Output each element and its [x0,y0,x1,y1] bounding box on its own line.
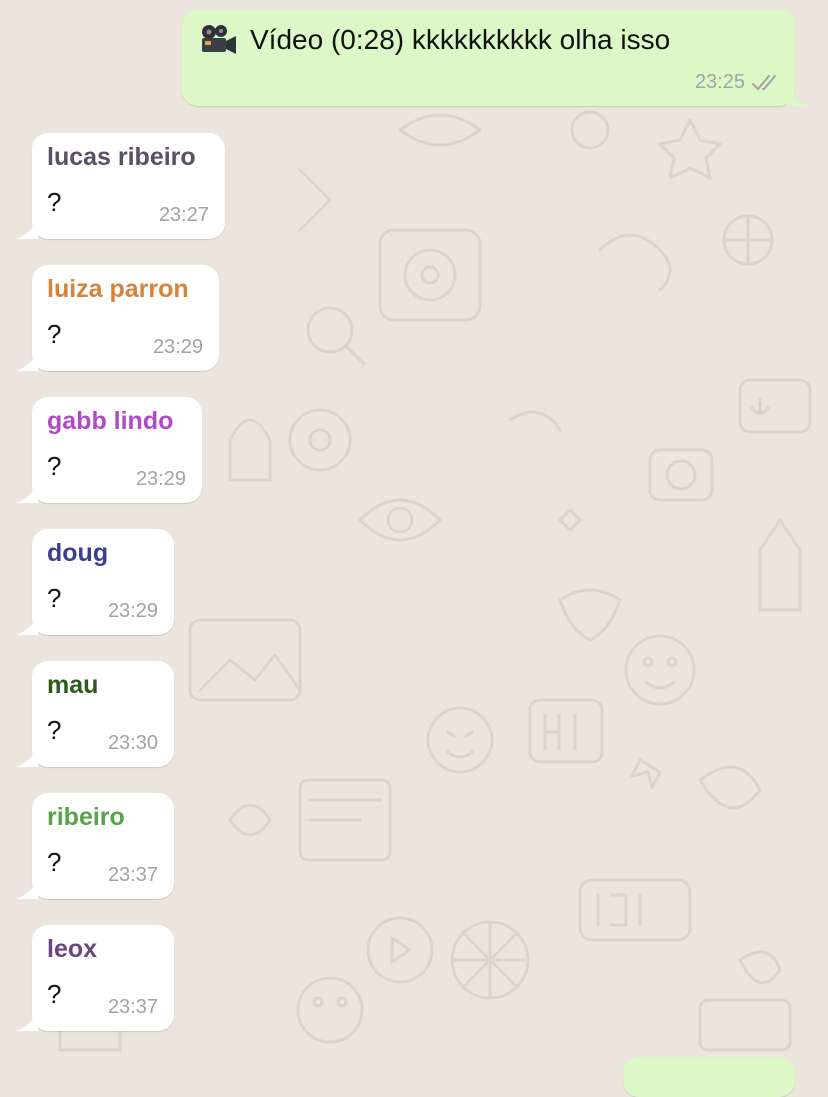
bubble-tail [16,221,38,239]
message-text: ? [47,715,62,745]
video-camera-icon [202,25,236,54]
incoming-message[interactable]: lucas ribeiro ? 23:27 [16,133,225,239]
message-time: 23:29 [107,600,158,622]
sender-name[interactable]: gabb lindo [47,407,173,436]
outgoing-message-partial[interactable] [623,1057,795,1097]
incoming-message[interactable]: ribeiro ? 23:37 [16,793,174,899]
message-text: ? [47,583,62,613]
chat-message-list[interactable]: Vídeo (0:28) kkkkkkkkkk olha isso 23:25 … [0,0,828,1097]
outgoing-video-message[interactable]: Vídeo (0:28) kkkkkkkkkk olha isso 23:25 [182,10,809,106]
message-time: 23:37 [107,996,158,1018]
incoming-message[interactable]: leox ? 23:37 [16,925,174,1031]
bubble-tail [16,881,38,899]
bubble-tail [787,88,809,106]
message-text: ? [47,451,62,481]
message-time: 23:25 [694,71,745,93]
message-time: 23:30 [107,732,158,754]
sender-name[interactable]: leox [47,935,97,964]
bubble-tail [16,485,38,503]
sender-name[interactable]: doug [47,539,108,568]
message-text: Vídeo (0:28) kkkkkkkkkk olha isso [250,24,671,55]
message-text: ? [47,187,62,217]
incoming-message[interactable]: gabb lindo ? 23:29 [16,397,202,503]
message-text: ? [47,979,62,1009]
message-time: 23:29 [135,468,186,490]
bubble-tail [16,353,38,371]
message-time: 23:37 [107,864,158,886]
sender-name[interactable]: luiza parron [47,275,189,304]
message-text: ? [47,319,62,349]
message-text: ? [47,847,62,877]
incoming-message[interactable]: mau ? 23:30 [16,661,174,767]
sender-name[interactable]: lucas ribeiro [47,143,196,172]
bubble-tail [16,749,38,767]
message-time: 23:27 [158,204,209,226]
message-time: 23:29 [152,336,203,358]
double-check-icon [752,74,776,90]
sender-name[interactable]: ribeiro [47,803,125,832]
bubble-tail [16,1013,38,1031]
bubble-tail [16,617,38,635]
incoming-message[interactable]: luiza parron ? 23:29 [16,265,219,371]
message-meta: 23:25 [695,71,781,94]
sender-name[interactable]: mau [47,671,98,700]
incoming-message[interactable]: doug ? 23:29 [16,529,174,635]
